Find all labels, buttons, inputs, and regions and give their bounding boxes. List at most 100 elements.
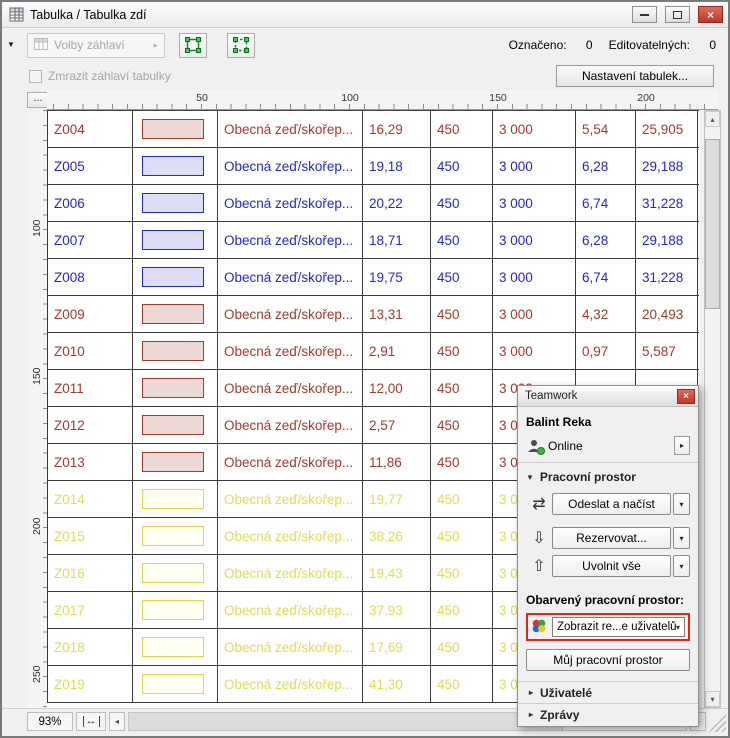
reserve-dropdown[interactable]: ▾ xyxy=(673,527,690,549)
cell-thickness[interactable]: 450 xyxy=(431,407,493,443)
minimize-button[interactable] xyxy=(632,6,657,23)
cell-length[interactable]: 16,29 xyxy=(363,111,431,147)
marquee-selection-button[interactable] xyxy=(227,32,255,58)
cell-length[interactable]: 38,26 xyxy=(363,518,431,554)
cell-length[interactable]: 19,18 xyxy=(363,148,431,184)
cell-thickness[interactable]: 450 xyxy=(431,259,493,295)
cell-thickness[interactable]: 450 xyxy=(431,481,493,517)
cell-height[interactable]: 3 000 xyxy=(493,333,576,369)
cell-area[interactable]: 29,188 xyxy=(636,222,698,258)
cell-swatch[interactable] xyxy=(133,518,218,554)
cell-thickness[interactable]: 450 xyxy=(431,518,493,554)
cell-thickness[interactable]: 450 xyxy=(431,333,493,369)
table-row[interactable]: Z006 Obecná zeď/skořep... 20,22 450 3 000 6,7… xyxy=(47,185,699,222)
cell-length[interactable]: 19,77 xyxy=(363,481,431,517)
cell-wall-id[interactable]: Z012 xyxy=(48,407,133,443)
pane-toggle-icon[interactable]: ▼ xyxy=(7,40,15,49)
reserve-button[interactable]: Rezervovat... xyxy=(552,527,671,549)
cell-wall-id[interactable]: Z006 xyxy=(48,185,133,221)
zoom-level-button[interactable]: 93% xyxy=(27,712,73,731)
cell-wall-id[interactable]: Z014 xyxy=(48,481,133,517)
cell-thickness[interactable]: 450 xyxy=(431,555,493,591)
cell-wall-name[interactable]: Obecná zeď/skořep... xyxy=(218,629,363,665)
cell-thickness[interactable]: 450 xyxy=(431,111,493,147)
table-row[interactable]: Z007 Obecná zeď/skořep... 18,71 450 3 000 6,2… xyxy=(47,222,699,259)
table-row[interactable]: Z009 Obecná zeď/skořep... 13,31 450 3 000 4,3… xyxy=(47,296,699,333)
release-all-button[interactable]: Uvolnit vše xyxy=(552,555,671,577)
table-settings-button[interactable]: Nastavení tabulek... xyxy=(556,65,714,87)
cell-wall-id[interactable]: Z015 xyxy=(48,518,133,554)
cell-wall-id[interactable]: Z004 xyxy=(48,111,133,147)
cell-swatch[interactable] xyxy=(133,481,218,517)
cell-wall-name[interactable]: Obecná zeď/skořep... xyxy=(218,592,363,628)
cell-swatch[interactable] xyxy=(133,629,218,665)
cell-wall-name[interactable]: Obecná zeď/skořep... xyxy=(218,185,363,221)
cell-length[interactable]: 18,71 xyxy=(363,222,431,258)
vertical-scroll-track[interactable] xyxy=(705,127,720,691)
cell-swatch[interactable] xyxy=(133,296,218,332)
cell-swatch[interactable] xyxy=(133,222,218,258)
send-receive-button[interactable]: Odeslat a načíst xyxy=(552,493,671,515)
cell-wall-id[interactable]: Z005 xyxy=(48,148,133,184)
cell-length[interactable]: 2,57 xyxy=(363,407,431,443)
colored-workspace-dropdown[interactable]: Zobrazit re...e uživatelů ▾ xyxy=(552,617,685,637)
cell-height[interactable]: 3 000 xyxy=(493,222,576,258)
cell-swatch[interactable] xyxy=(133,148,218,184)
cell-swatch[interactable] xyxy=(133,407,218,443)
cell-wall-name[interactable]: Obecná zeď/skořep... xyxy=(218,370,363,406)
table-row[interactable]: Z005 Obecná zeď/skořep... 19,18 450 3 000 6,2… xyxy=(47,148,699,185)
cell-length[interactable]: 19,43 xyxy=(363,555,431,591)
select-frame-button[interactable] xyxy=(179,32,207,58)
cell-wall-id[interactable]: Z019 xyxy=(48,666,133,702)
cell-wall-id[interactable]: Z011 xyxy=(48,370,133,406)
horizontal-scroll-thumb[interactable] xyxy=(129,713,564,730)
cell-area[interactable]: 29,188 xyxy=(636,148,698,184)
cell-length[interactable]: 11,86 xyxy=(363,444,431,480)
cell-thickness[interactable]: 450 xyxy=(431,666,493,702)
cell-thickness[interactable]: 450 xyxy=(431,370,493,406)
cell-thickness[interactable]: 450 xyxy=(431,629,493,665)
cell-length[interactable]: 37,93 xyxy=(363,592,431,628)
cell-wall-name[interactable]: Obecná zeď/skořep... xyxy=(218,111,363,147)
cell-swatch[interactable] xyxy=(133,370,218,406)
cell-wall-name[interactable]: Obecná zeď/skořep... xyxy=(218,222,363,258)
ruler-options-button[interactable]: ... xyxy=(27,92,49,108)
cell-area[interactable]: 5,587 xyxy=(636,333,698,369)
maximize-button[interactable] xyxy=(665,6,690,23)
table-row[interactable]: Z004 Obecná zeď/skořep... 16,29 450 3 000 5,5… xyxy=(47,111,699,148)
status-expand-button[interactable]: ▸ xyxy=(674,436,690,455)
cell-volume[interactable]: 4,32 xyxy=(576,296,636,332)
cell-length[interactable]: 41,30 xyxy=(363,666,431,702)
title-bar[interactable]: Tabulka / Tabulka zdí × xyxy=(2,2,728,28)
cell-wall-name[interactable]: Obecná zeď/skořep... xyxy=(218,259,363,295)
cell-volume[interactable]: 0,97 xyxy=(576,333,636,369)
cell-swatch[interactable] xyxy=(133,185,218,221)
cell-length[interactable]: 19,75 xyxy=(363,259,431,295)
freeze-header-checkbox[interactable] xyxy=(29,69,42,83)
cell-volume[interactable]: 6,28 xyxy=(576,148,636,184)
cell-wall-name[interactable]: Obecná zeď/skořep... xyxy=(218,518,363,554)
cell-thickness[interactable]: 450 xyxy=(431,592,493,628)
close-button[interactable]: × xyxy=(698,6,723,23)
cell-thickness[interactable]: 450 xyxy=(431,444,493,480)
messages-section-header[interactable]: ▸ Zprávy xyxy=(518,703,698,725)
table-row[interactable]: Z010 Obecná zeď/skořep... 2,91 450 3 000 0,97… xyxy=(47,333,699,370)
cell-height[interactable]: 3 000 xyxy=(493,296,576,332)
cell-area[interactable]: 31,228 xyxy=(636,259,698,295)
scroll-left-button[interactable]: ◂ xyxy=(109,712,125,731)
cell-wall-name[interactable]: Obecná zeď/skořep... xyxy=(218,148,363,184)
workspace-section-header[interactable]: ▼ Pracovní prostor xyxy=(526,467,690,487)
cell-thickness[interactable]: 450 xyxy=(431,222,493,258)
cell-swatch[interactable] xyxy=(133,555,218,591)
cell-wall-name[interactable]: Obecná zeď/skořep... xyxy=(218,666,363,702)
cell-wall-id[interactable]: Z016 xyxy=(48,555,133,591)
cell-thickness[interactable]: 450 xyxy=(431,148,493,184)
teamwork-close-button[interactable]: × xyxy=(677,388,695,404)
cell-wall-id[interactable]: Z010 xyxy=(48,333,133,369)
cell-swatch[interactable] xyxy=(133,333,218,369)
cell-swatch[interactable] xyxy=(133,666,218,702)
teamwork-palette-header[interactable]: Teamwork × xyxy=(518,386,698,407)
cell-length[interactable]: 2,91 xyxy=(363,333,431,369)
cell-area[interactable]: 25,905 xyxy=(636,111,698,147)
cell-wall-name[interactable]: Obecná zeď/skořep... xyxy=(218,481,363,517)
